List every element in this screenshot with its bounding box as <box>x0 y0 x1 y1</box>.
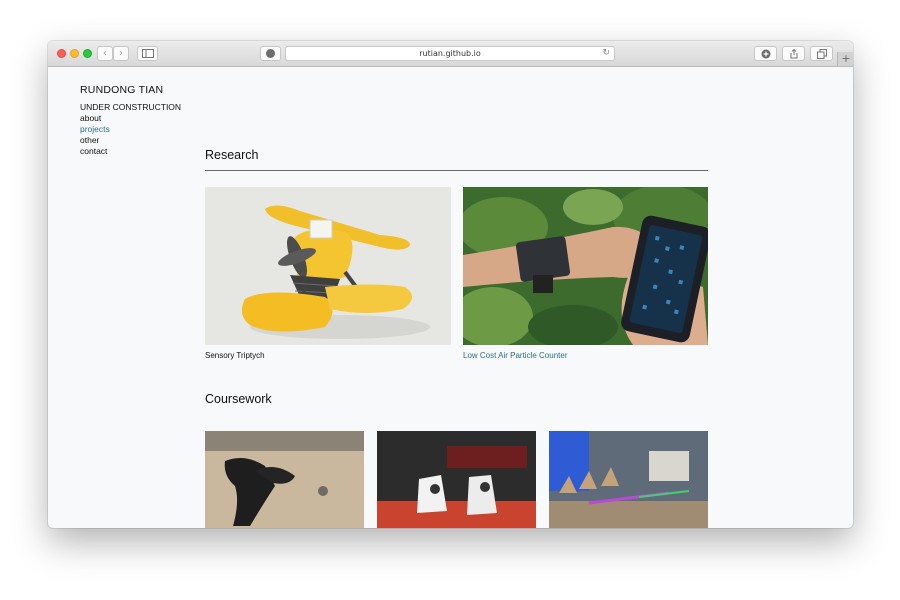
sidebar-icon <box>141 49 154 58</box>
reader-button[interactable] <box>260 46 281 61</box>
tabs-icon <box>816 49 827 59</box>
new-tab-button[interactable]: + <box>837 52 853 66</box>
research-heading: Research <box>205 148 259 162</box>
nav-item-contact[interactable]: contact <box>80 146 181 157</box>
coursework-image-2[interactable] <box>377 431 536 528</box>
url-text: rutian.github.io <box>419 49 481 58</box>
coursework-heading: Coursework <box>205 392 272 406</box>
project-image-air-particle-counter[interactable] <box>463 187 708 345</box>
share-icon <box>790 48 797 59</box>
back-button[interactable]: ‹ <box>97 46 113 61</box>
forward-button[interactable]: › <box>113 46 129 61</box>
project-caption-air-particle-counter[interactable]: Low Cost Air Particle Counter <box>463 351 568 360</box>
nav-item-other[interactable]: other <box>80 135 181 146</box>
browser-window: ‹ › rutian.github.io ↻ + RUNDONG TIAN UN… <box>48 41 853 528</box>
project-caption-sensory-triptych[interactable]: Sensory Triptych <box>205 351 265 360</box>
browser-toolbar: ‹ › rutian.github.io ↻ + <box>48 41 853 67</box>
sidebar-button[interactable] <box>137 46 158 61</box>
zoom-window-button[interactable] <box>83 49 92 58</box>
web-page: RUNDONG TIAN UNDER CONSTRUCTION about pr… <box>48 67 853 528</box>
nav-item-about[interactable]: about <box>80 113 181 124</box>
minimize-window-button[interactable] <box>70 49 79 58</box>
share-button[interactable] <box>782 46 805 61</box>
close-window-button[interactable] <box>57 49 66 58</box>
tabs-overview-button[interactable] <box>810 46 833 61</box>
project-image-sensory-triptych[interactable] <box>205 187 451 345</box>
download-button[interactable] <box>754 46 777 61</box>
coursework-image-3[interactable] <box>549 431 708 528</box>
site-title[interactable]: RUNDONG TIAN <box>80 84 163 96</box>
reload-icon[interactable]: ↻ <box>602 47 610 60</box>
site-nav: UNDER CONSTRUCTION about projects other … <box>80 102 181 157</box>
nav-status: UNDER CONSTRUCTION <box>80 102 182 112</box>
nav-item-projects[interactable]: projects <box>80 124 181 135</box>
reader-icon <box>266 49 275 58</box>
address-bar[interactable]: rutian.github.io ↻ <box>285 46 615 61</box>
section-divider <box>205 170 708 171</box>
coursework-image-1[interactable] <box>205 431 364 528</box>
chevron-right-icon: › <box>119 48 123 59</box>
download-icon <box>761 49 770 59</box>
chevron-left-icon: ‹ <box>103 48 107 59</box>
